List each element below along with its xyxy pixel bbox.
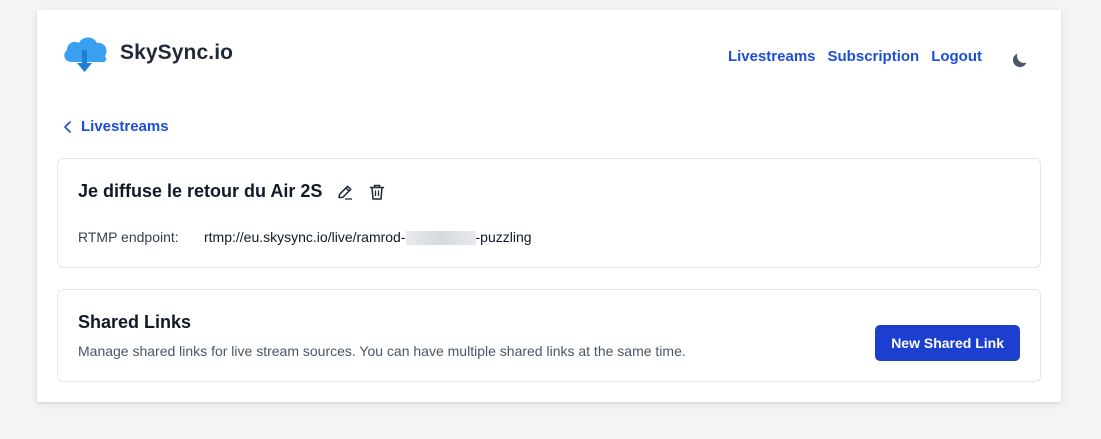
redacted-segment [405, 231, 476, 246]
edit-button[interactable] [336, 183, 354, 201]
trash-icon [370, 184, 385, 200]
breadcrumb-back-link[interactable]: Livestreams [63, 118, 169, 135]
rtmp-endpoint-label: RTMP endpoint: [78, 229, 179, 246]
nav-livestreams[interactable]: Livestreams [728, 48, 816, 65]
main-panel: SkySync.io Livestreams Subscription Logo… [37, 10, 1061, 402]
shared-links-card: Shared Links Manage shared links for liv… [57, 289, 1041, 382]
brand-logo[interactable]: SkySync.io [60, 32, 233, 74]
stream-title-row: Je diffuse le retour du Air 2S [78, 181, 386, 202]
breadcrumb-label: Livestreams [81, 118, 169, 135]
cloud-upload-icon [64, 37, 107, 72]
brand-name: SkySync.io [120, 41, 234, 64]
nav-subscription[interactable]: Subscription [828, 48, 920, 65]
rtmp-endpoint-value[interactable]: rtmp://eu.skysync.io/live/ramrod- -puzzli… [204, 229, 532, 246]
chevron-left-icon [64, 120, 71, 133]
new-shared-link-button[interactable]: New Shared Link [875, 325, 1020, 361]
rtmp-endpoint-row: RTMP endpoint: rtmp://eu.skysync.io/live… [78, 229, 532, 246]
rtmp-endpoint-suffix: -puzzling [475, 229, 532, 245]
pencil-icon [338, 185, 353, 200]
stream-title: Je diffuse le retour du Air 2S [78, 181, 323, 201]
rtmp-endpoint-prefix: rtmp://eu.skysync.io/live/ramrod- [204, 229, 406, 245]
delete-button[interactable] [368, 183, 386, 201]
shared-links-title: Shared Links [78, 312, 192, 332]
stream-card: Je diffuse le retour du Air 2S RTMP endp… [57, 158, 1041, 268]
nav-logout[interactable]: Logout [931, 48, 982, 65]
theme-toggle-button[interactable] [1011, 49, 1031, 69]
shared-links-description: Manage shared links for live stream sour… [78, 343, 686, 359]
moon-icon [1012, 53, 1027, 68]
top-nav: Livestreams Subscription Logout [728, 48, 982, 65]
